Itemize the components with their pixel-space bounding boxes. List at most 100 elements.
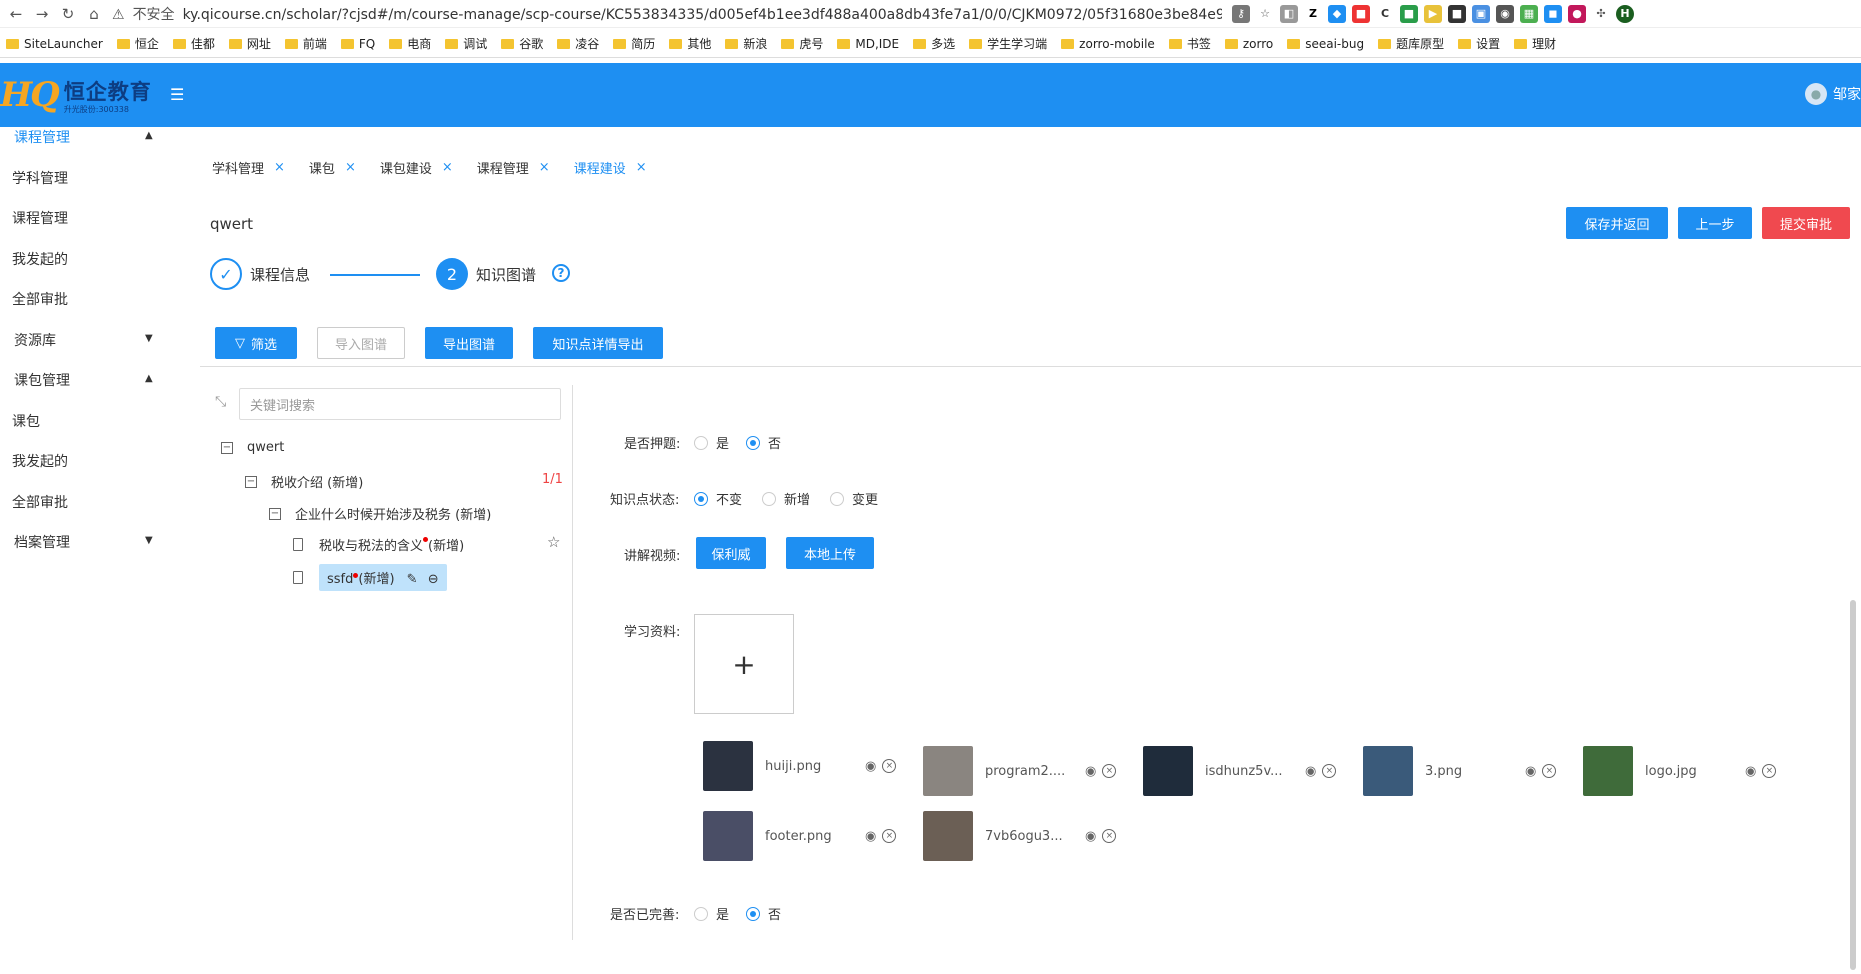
bookmark-item[interactable]: 电商	[389, 35, 431, 52]
sidebar-item[interactable]: 资源库	[14, 330, 56, 350]
file-thumbnail[interactable]	[1363, 746, 1413, 796]
file-thumbnail[interactable]	[923, 746, 973, 796]
extension-icon[interactable]: ◧	[1280, 4, 1298, 23]
sidebar-item[interactable]: 我发起的	[12, 451, 68, 471]
bookmark-item[interactable]: zorro-mobile	[1061, 37, 1155, 51]
search-input[interactable]: 关键词搜索	[239, 388, 561, 420]
tree-node-leaf[interactable]: 税收与税法的含义 (新增)	[293, 535, 464, 554]
status-new-radio[interactable]: 新增	[762, 489, 810, 508]
preview-eye-icon[interactable]: ◉	[1305, 764, 1316, 779]
import-graph-button[interactable]: 导入图谱	[317, 327, 405, 359]
tree-node-root[interactable]: − qwert	[221, 440, 284, 455]
extension-image-icon[interactable]: ▣	[1472, 4, 1490, 23]
extension-grid-icon[interactable]: ▦	[1520, 4, 1538, 23]
prev-step-button[interactable]: 上一步	[1678, 207, 1752, 239]
delete-icon[interactable]: ×	[1102, 763, 1117, 778]
extension-on-icon[interactable]: ◼	[1544, 4, 1562, 23]
help-icon[interactable]: ?	[552, 264, 570, 282]
file-thumbnail[interactable]	[703, 741, 753, 791]
menu-toggle-icon[interactable]: ☰	[170, 85, 188, 104]
home-icon[interactable]: ⌂	[84, 4, 104, 24]
selected-node[interactable]: ssfd (新增) ✎ ⊖	[319, 564, 447, 591]
sidebar-item[interactable]: 课包	[12, 411, 40, 431]
bookmark-item[interactable]: FQ	[340, 37, 375, 51]
exam-yes-radio[interactable]: 是	[694, 433, 729, 452]
preview-eye-icon[interactable]: ◉	[1525, 764, 1536, 779]
forward-icon[interactable]: →	[32, 4, 52, 24]
extension-c-icon[interactable]: C	[1376, 4, 1394, 23]
bookmark-item[interactable]: 调试	[445, 35, 487, 52]
completed-yes-radio[interactable]: 是	[694, 904, 729, 923]
bookmark-item[interactable]: 设置	[1458, 35, 1500, 52]
user-menu[interactable]: ● 邹家	[1805, 83, 1861, 105]
bookmark-item[interactable]: 网址	[228, 35, 271, 52]
preview-eye-icon[interactable]: ◉	[865, 829, 876, 844]
extensions-puzzle-icon[interactable]: ✣	[1592, 4, 1610, 23]
bookmark-item[interactable]: SiteLauncher	[6, 37, 103, 51]
star-icon[interactable]: ☆	[1256, 4, 1274, 23]
sidebar-item[interactable]: 全部审批	[12, 289, 68, 309]
delete-icon[interactable]: ×	[1322, 763, 1337, 778]
close-icon[interactable]: ×	[442, 160, 453, 175]
favorite-star-icon[interactable]: ☆	[547, 533, 560, 551]
delete-icon[interactable]: ×	[1102, 828, 1117, 843]
remove-icon[interactable]: ⊖	[428, 572, 439, 587]
tree-node-level2[interactable]: − 企业什么时候开始涉及税务 (新增)	[269, 504, 491, 523]
delete-icon[interactable]: ×	[882, 828, 897, 843]
extension-circle-icon[interactable]: ●	[1568, 4, 1586, 23]
extension-green-icon[interactable]: ■	[1400, 4, 1418, 23]
file-thumbnail[interactable]	[1143, 746, 1193, 796]
url-field[interactable]: ⚠ 不安全 ky.qicourse.cn/scholar/?cjsd#/m/cour…	[112, 4, 1222, 24]
tree-node-leaf-selected[interactable]: ssfd (新增) ✎ ⊖	[293, 564, 447, 591]
local-upload-button[interactable]: 本地上传	[786, 537, 874, 569]
bookmark-item[interactable]: 学生学习端	[969, 35, 1047, 52]
bookmark-item[interactable]: 新浪	[725, 35, 767, 52]
export-detail-button[interactable]: 知识点详情导出	[533, 327, 663, 359]
close-icon[interactable]: ×	[274, 160, 285, 175]
bookmark-item[interactable]: seeai-bug	[1287, 37, 1364, 51]
preview-eye-icon[interactable]: ◉	[1085, 829, 1096, 844]
preview-eye-icon[interactable]: ◉	[865, 759, 876, 774]
bookmark-item[interactable]: 凌谷	[557, 35, 599, 52]
completed-no-radio[interactable]: 否	[746, 904, 781, 923]
polyv-button[interactable]: 保利威	[696, 537, 766, 569]
extension-wifi-icon[interactable]: ◉	[1496, 4, 1514, 23]
file-thumbnail[interactable]	[1583, 746, 1633, 796]
sidebar-item[interactable]: 档案管理	[14, 532, 70, 552]
filter-button[interactable]: ▽ 筛选	[215, 327, 297, 359]
edit-icon[interactable]: ✎	[407, 572, 418, 587]
tree-node-level1[interactable]: − 税收介绍 (新增)	[245, 472, 363, 491]
tab[interactable]: 学科管理 ×	[212, 158, 285, 177]
preview-eye-icon[interactable]: ◉	[1085, 764, 1096, 779]
extension-dark-icon[interactable]: ■	[1448, 4, 1466, 23]
bookmark-item[interactable]: 恒企	[116, 35, 159, 52]
bookmark-item[interactable]: 简历	[613, 35, 655, 52]
collapse-toggle-icon[interactable]: −	[221, 441, 233, 454]
chevron-up-icon[interactable]: ▲	[145, 130, 153, 141]
status-unchanged-radio[interactable]: 不变	[694, 489, 742, 508]
panel-divider[interactable]	[572, 385, 573, 940]
sidebar-item[interactable]: 课程管理	[12, 208, 68, 228]
bookmark-item[interactable]: 佳都	[172, 35, 215, 52]
bookmark-item[interactable]: 理财	[1514, 35, 1556, 52]
reload-icon[interactable]: ↻	[58, 4, 78, 24]
submit-approval-button[interactable]: 提交审批	[1762, 207, 1850, 239]
sidebar-item[interactable]: 我发起的	[12, 249, 68, 269]
sidebar-item[interactable]: 全部审批	[12, 492, 68, 512]
extension-flag-icon[interactable]: ■	[1352, 4, 1370, 23]
chevron-up-icon[interactable]: ▲	[145, 373, 153, 384]
exam-no-radio[interactable]: 否	[746, 433, 781, 452]
preview-eye-icon[interactable]: ◉	[1745, 764, 1756, 779]
bookmark-item[interactable]: 虎号	[781, 35, 823, 52]
collapse-toggle-icon[interactable]: −	[269, 507, 281, 520]
bookmark-item[interactable]: 其他	[669, 35, 711, 52]
delete-icon[interactable]: ×	[1762, 763, 1777, 778]
tab[interactable]: 课包建设 ×	[380, 158, 453, 177]
key-icon[interactable]: ⚷	[1232, 4, 1250, 23]
delete-icon[interactable]: ×	[1542, 763, 1557, 778]
file-thumbnail[interactable]	[923, 811, 973, 861]
tab[interactable]: 课包 ×	[309, 158, 356, 177]
file-thumbnail[interactable]	[703, 811, 753, 861]
chevron-down-icon[interactable]: ▼	[145, 535, 153, 546]
chevron-down-icon[interactable]: ▼	[145, 333, 153, 344]
